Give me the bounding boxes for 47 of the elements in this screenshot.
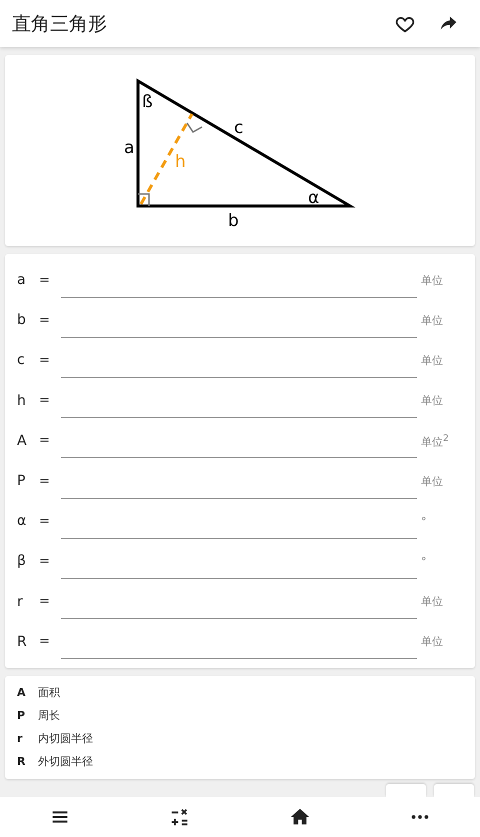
diagram-label: h [175,152,186,172]
diagram-label: c [234,118,244,138]
unit-label: 单位 [420,352,444,368]
variable-label: A [17,432,28,449]
unit-label: 单位 [420,393,444,408]
equals-sign: = [39,312,51,328]
equals-sign: = [39,634,51,650]
screen-title: 直角三角形 [12,12,108,36]
unit-label: 单位 [420,634,444,650]
legend-symbol: A [17,686,27,700]
legend-text: 外切圆半径 [38,754,93,770]
right-angle-icon [186,122,202,133]
variable-label: c [17,352,26,368]
equals-sign: = [39,352,51,368]
equals-sign: = [39,474,51,489]
unit-label: 单位 [420,474,444,489]
variable-label: P [17,473,26,490]
diagram-label: ß [142,92,153,112]
equals-sign: = [39,554,51,569]
equals-sign: = [39,514,51,529]
unit-label: 单位 [420,312,444,328]
legend-text: 面积 [38,685,60,700]
variable-label: b [17,312,27,328]
unit-label: ° [420,514,428,528]
diagram-label: a [124,138,134,158]
diagram-label: b [228,211,239,231]
legend-text: 内切圆半径 [38,731,93,746]
equals-sign: = [39,393,51,408]
variable-label: α [17,513,28,530]
unit-label: 单位 [420,272,444,288]
equals-sign: = [39,433,51,448]
unit-label: ° [420,554,428,568]
unit-label: 单位 [420,594,444,610]
variable-label: R [17,634,28,650]
legend-symbol: R [17,755,26,768]
legend-symbol: P [17,709,26,722]
unit-label: 单位$^{2}$ [420,432,450,450]
legend-symbol: r [17,732,24,746]
variable-label: a [17,272,27,288]
variable-label: r [17,594,24,610]
right-angle-icon [138,193,150,206]
variable-label: β [17,553,27,570]
diagram-label: α [308,188,320,208]
equals-sign: = [39,272,51,288]
variable-label: h [17,392,27,409]
equals-sign: = [39,594,51,610]
legend-text: 周长 [38,708,60,724]
